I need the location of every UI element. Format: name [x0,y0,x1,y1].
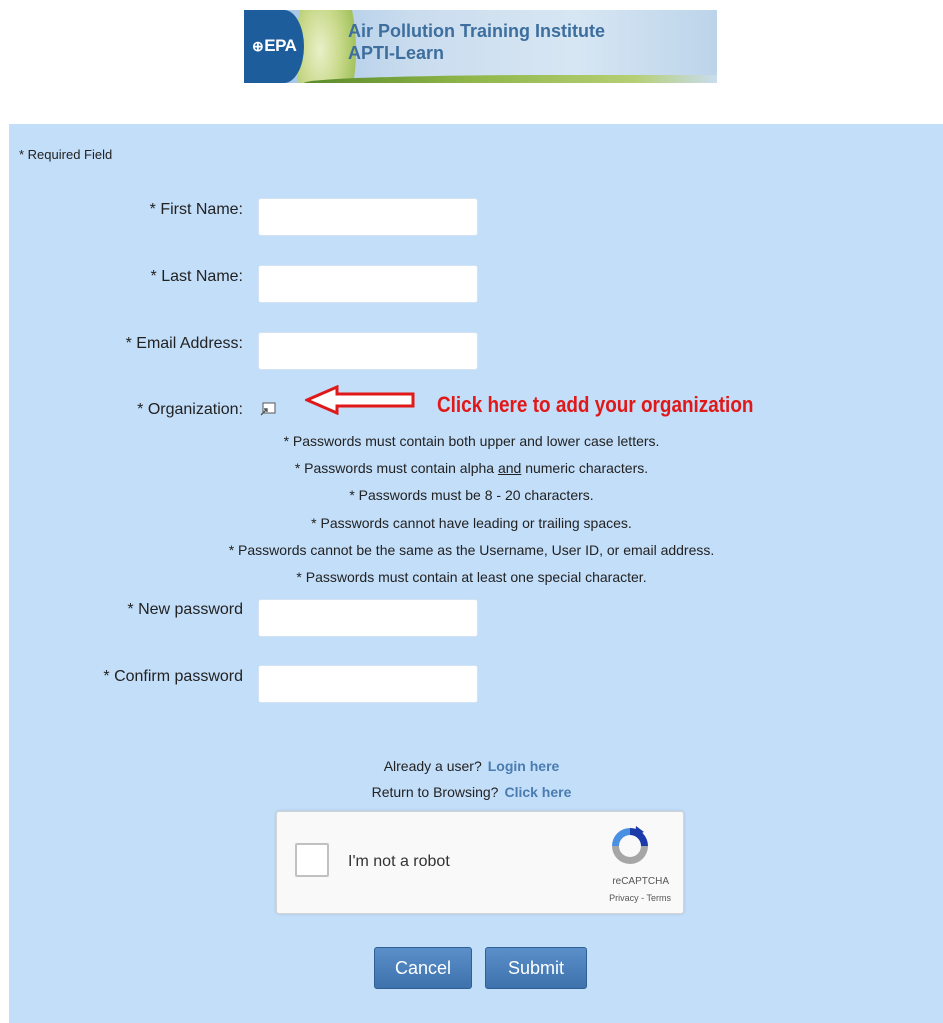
submit-button[interactable]: Submit [485,947,587,989]
recaptcha-widget: I'm not a robot reCAPTCHA Privacy - Term… [276,811,684,914]
organization-label: * Organization: [137,401,243,418]
recaptcha-brand: reCAPTCHA [612,876,669,887]
password-rule-spaces: * Passwords cannot have leading or trail… [311,515,632,531]
last-name-label: * Last Name: [150,268,243,285]
return-browsing-text: Return to Browsing? [371,784,499,800]
email-label: * Email Address: [125,335,243,352]
recaptcha-terms[interactable]: Privacy - Terms [277,893,685,903]
first-name-label: * First Name: [149,201,243,218]
password-rule-case: * Passwords must contain both upper and … [283,433,660,449]
already-user-text: Already a user? [383,758,482,774]
epa-logo: ⊕EPA [252,36,297,55]
login-link[interactable]: Login here [488,758,560,774]
login-prompt: Already a user? Login here [0,758,943,774]
browse-prompt: Return to Browsing? Click here [0,784,943,800]
banner-title: Air Pollution Training Institute [348,21,605,41]
recaptcha-label: I'm not a robot [348,853,450,870]
recaptcha-checkbox[interactable] [295,843,329,877]
banner-swoosh [296,10,356,83]
red-arrow-icon [305,385,415,415]
new-password-label: * New password [127,601,243,618]
password-rule-alphanumeric: * Passwords must contain alpha and numer… [294,460,649,476]
confirm-password-label: * Confirm password [103,668,243,685]
email-input[interactable] [258,332,478,370]
password-rule-username: * Passwords cannot be the same as the Us… [228,542,715,558]
lookup-icon[interactable] [259,402,277,417]
banner-grass [304,75,717,83]
cancel-button[interactable]: Cancel [374,947,472,989]
first-name-input[interactable] [258,198,478,236]
password-rule-special: * Passwords must contain at least one sp… [296,569,647,585]
apti-banner: ⊕EPA Air Pollution Training Institute AP… [244,10,717,83]
banner-subtitle: APTI-Learn [348,43,445,63]
organization-annotation: Click here to add your organization [437,392,754,417]
required-field-note: * Required Field [19,147,113,162]
password-rule-length: * Passwords must be 8 - 20 characters. [349,487,594,503]
browse-link[interactable]: Click here [504,784,571,800]
confirm-password-input[interactable] [258,665,478,703]
last-name-input[interactable] [258,265,478,303]
recaptcha-logo-icon [612,826,648,864]
new-password-input[interactable] [258,599,478,637]
